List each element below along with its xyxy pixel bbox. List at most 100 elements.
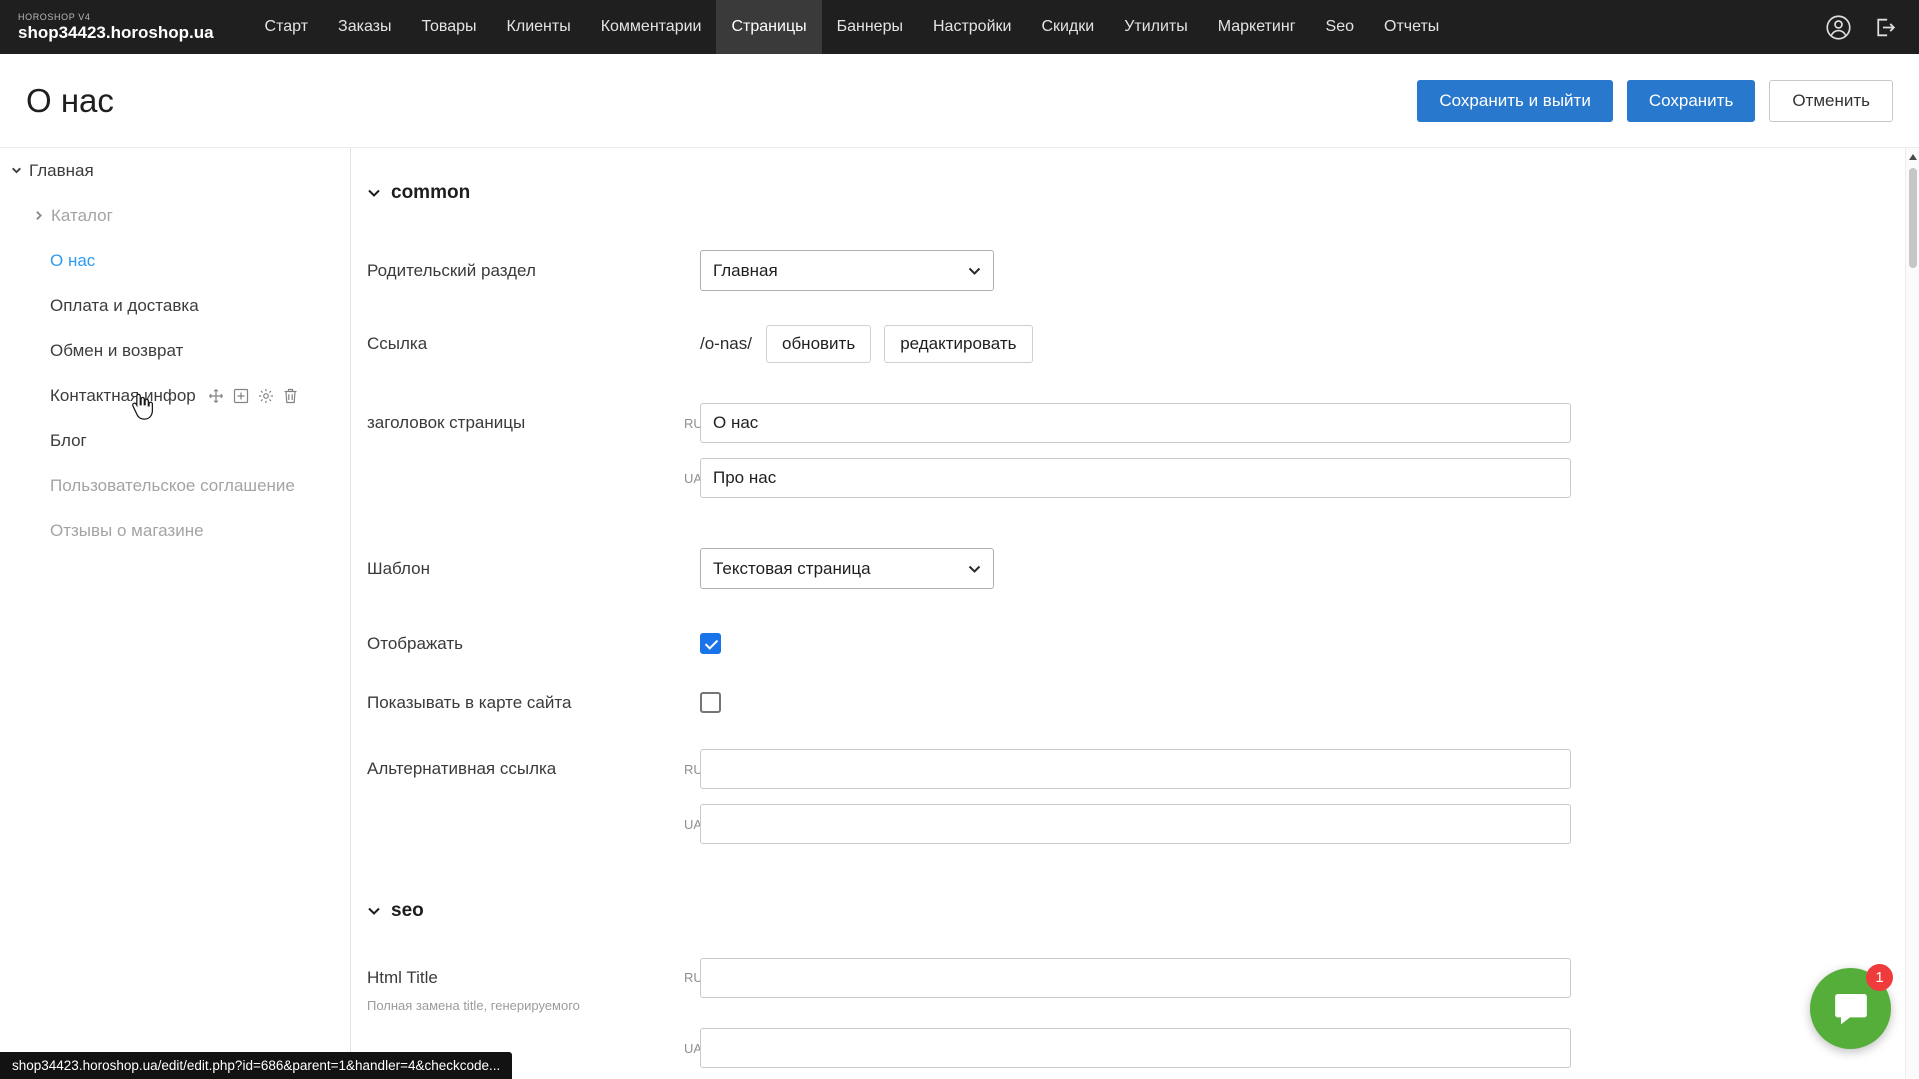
chevron-down-icon xyxy=(968,565,981,573)
chevron-right-icon[interactable] xyxy=(32,209,45,222)
chevron-down-icon[interactable] xyxy=(10,164,23,177)
field-label: заголовок страницы xyxy=(367,413,684,433)
lang-ua-badge: UA xyxy=(684,471,700,486)
main-nav: Старт Заказы Товары Клиенты Комментарии … xyxy=(250,0,1455,54)
alt-link-ru-input[interactable] xyxy=(700,749,1571,789)
chat-widget-button[interactable]: 1 xyxy=(1810,968,1891,1049)
pages-tree: Главная Каталог О нас Оплата и доставка … xyxy=(0,148,351,1078)
scrollbar-thumb[interactable] xyxy=(1909,168,1917,268)
field-label-stack: Html Title Полная замена title, генериру… xyxy=(367,958,684,1013)
html-title-ru-input[interactable] xyxy=(700,958,1571,998)
topbar-icons xyxy=(1825,0,1897,54)
tree-item-label: Оплата и доставка xyxy=(50,296,199,316)
link-path-value: /o-nas/ xyxy=(700,334,752,354)
field-display: Отображать xyxy=(367,633,1919,654)
lang-ua-badge: UA xyxy=(684,817,700,832)
account-icon[interactable] xyxy=(1825,14,1852,41)
tree-item-kontaktnaya[interactable]: Контактная инфор xyxy=(0,373,350,418)
section-seo-toggle[interactable]: seo xyxy=(367,900,1919,922)
field-label: Родительский раздел xyxy=(367,261,684,281)
tree-item-oplata[interactable]: Оплата и доставка xyxy=(0,283,350,328)
tree-item-otzyvy[interactable]: Отзывы о магазине xyxy=(0,508,350,553)
tree-item-label: О нас xyxy=(50,251,95,271)
page-title: О нас xyxy=(26,82,114,120)
alt-link-ua-input[interactable] xyxy=(700,804,1571,844)
topbar: HOROSHOP V4 shop34423.horoshop.ua Старт … xyxy=(0,0,1919,54)
tree-item-label: Отзывы о магазине xyxy=(50,521,204,541)
field-parent-section: Родительский раздел Главная xyxy=(367,250,1919,291)
field-label: Шаблон xyxy=(367,559,684,579)
tree-item-actions xyxy=(208,388,298,404)
display-checkbox[interactable] xyxy=(700,633,721,654)
section-common-toggle[interactable]: common xyxy=(367,182,1919,204)
drag-icon[interactable] xyxy=(208,388,224,404)
edit-link-button[interactable]: редактировать xyxy=(884,325,1032,363)
template-select[interactable]: Текстовая страница xyxy=(700,548,994,589)
field-label: Альтернативная ссылка xyxy=(367,759,684,779)
tree-item-blog[interactable]: Блог xyxy=(0,418,350,463)
field-template: Шаблон Текстовая страница xyxy=(367,548,1919,589)
add-page-icon[interactable] xyxy=(233,388,249,404)
scroll-up-arrow-icon[interactable] xyxy=(1909,154,1917,160)
nav-settings[interactable]: Настройки xyxy=(918,0,1026,54)
nav-pages[interactable]: Страницы xyxy=(716,0,821,54)
field-html-title-ua: UA xyxy=(367,1028,1919,1068)
nav-start[interactable]: Старт xyxy=(250,0,323,54)
tree-item-soglashenie[interactable]: Пользовательское соглашение xyxy=(0,463,350,508)
nav-utilities[interactable]: Утилиты xyxy=(1109,0,1203,54)
selected-value: Главная xyxy=(713,261,778,281)
lang-ru-badge: RU xyxy=(684,762,700,777)
section-title: seo xyxy=(391,900,424,922)
brand-version: HOROSHOP V4 xyxy=(18,12,214,22)
nav-marketing[interactable]: Маркетинг xyxy=(1203,0,1311,54)
nav-reports[interactable]: Отчеты xyxy=(1369,0,1454,54)
nav-clients[interactable]: Клиенты xyxy=(492,0,586,54)
header-actions: Сохранить и выйти Сохранить Отменить xyxy=(1417,80,1893,122)
page-title-ru-input[interactable] xyxy=(700,403,1571,443)
save-button[interactable]: Сохранить xyxy=(1627,80,1755,122)
page-header: О нас Сохранить и выйти Сохранить Отмени… xyxy=(0,54,1919,148)
vertical-scrollbar[interactable] xyxy=(1905,148,1919,1078)
parent-section-select[interactable]: Главная xyxy=(700,250,994,291)
save-exit-button[interactable]: Сохранить и выйти xyxy=(1417,80,1612,122)
lang-ru-badge: RU xyxy=(684,416,700,431)
tree-item-label: Обмен и возврат xyxy=(50,341,183,361)
nav-comments[interactable]: Комментарии xyxy=(586,0,717,54)
nav-discounts[interactable]: Скидки xyxy=(1026,0,1109,54)
logout-icon[interactable] xyxy=(1872,15,1897,40)
field-hint: Полная замена title, генерируемого xyxy=(367,998,684,1013)
page-edit-form: common Родительский раздел Главная Ссылк… xyxy=(351,148,1919,1078)
tree-item-label: Блог xyxy=(50,431,87,451)
lang-ua-badge: UA xyxy=(684,1041,700,1056)
tree-item-o-nas[interactable]: О нас xyxy=(0,238,350,283)
field-html-title-ru: Html Title Полная замена title, генериру… xyxy=(367,958,1919,1013)
sitemap-checkbox[interactable] xyxy=(700,692,721,713)
field-link: Ссылка /o-nas/ обновить редактировать xyxy=(367,325,1919,363)
page-title-ua-input[interactable] xyxy=(700,458,1571,498)
brand-domain: shop34423.horoshop.ua xyxy=(18,23,214,43)
refresh-link-button[interactable]: обновить xyxy=(766,325,871,363)
tree-item-label: Пользовательское соглашение xyxy=(50,476,295,496)
field-label: Показывать в карте сайта xyxy=(367,693,684,713)
nav-seo[interactable]: Seo xyxy=(1311,0,1369,54)
nav-banners[interactable]: Баннеры xyxy=(822,0,918,54)
settings-icon[interactable] xyxy=(258,388,274,404)
status-url-bar: shop34423.horoshop.ua/edit/edit.php?id=6… xyxy=(0,1052,512,1079)
cancel-button[interactable]: Отменить xyxy=(1769,80,1893,122)
tree-item-katalog[interactable]: Каталог xyxy=(0,193,350,238)
field-alt-link-ua: UA xyxy=(367,804,1919,844)
nav-products[interactable]: Товары xyxy=(407,0,492,54)
brand[interactable]: HOROSHOP V4 shop34423.horoshop.ua xyxy=(18,0,214,54)
page: HOROSHOP V4 shop34423.horoshop.ua Старт … xyxy=(0,0,1919,1079)
delete-icon[interactable] xyxy=(283,388,298,404)
nav-orders[interactable]: Заказы xyxy=(323,0,406,54)
selected-value: Текстовая страница xyxy=(713,559,871,579)
field-label: Ссылка xyxy=(367,334,684,354)
tree-item-label: Каталог xyxy=(51,206,113,226)
chevron-down-icon xyxy=(968,267,981,275)
tree-item-glavnaya[interactable]: Главная xyxy=(0,148,350,193)
chevron-down-icon xyxy=(367,900,381,922)
html-title-ua-input[interactable] xyxy=(700,1028,1571,1068)
field-page-title-ru: заголовок страницы RU xyxy=(367,403,1919,443)
tree-item-obmen[interactable]: Обмен и возврат xyxy=(0,328,350,373)
